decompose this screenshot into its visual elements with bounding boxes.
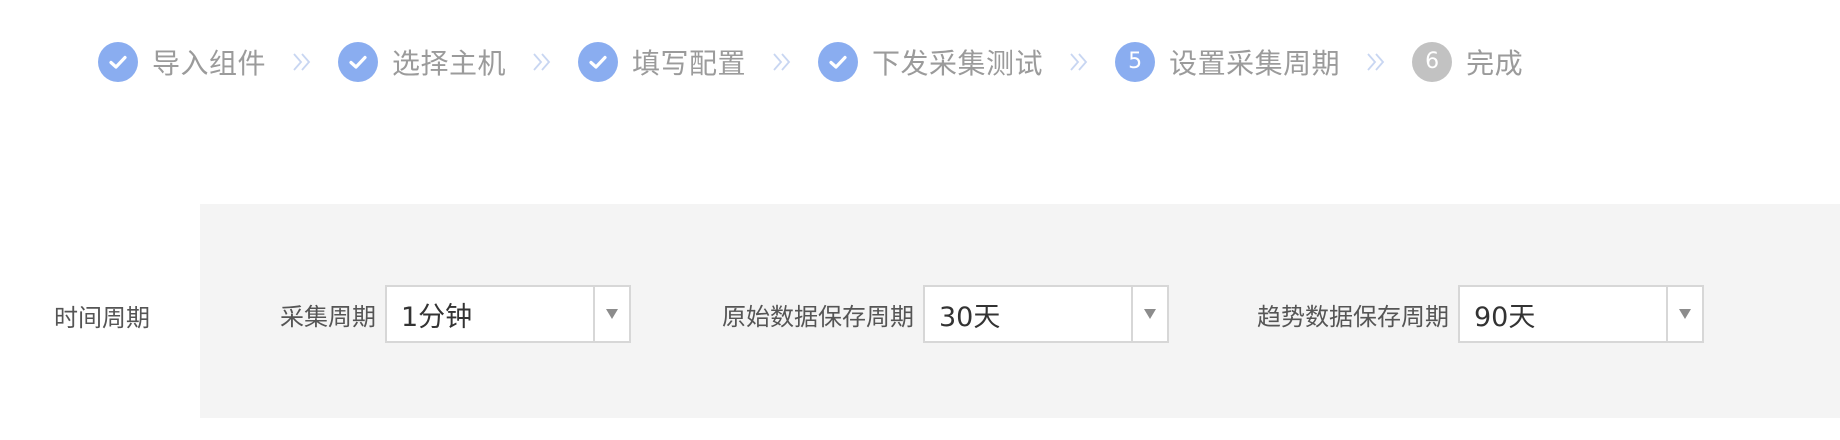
dropdown-arrow-button[interactable]	[1131, 287, 1167, 341]
raw-data-retention-select[interactable]: 30天	[923, 285, 1169, 343]
check-icon	[338, 42, 379, 82]
step-label: 设置采集周期	[1169, 47, 1341, 80]
period-settings-panel: 采集周期 1分钟 原始数据保存周期 30天 趋势数据保存周期 90天	[200, 204, 1840, 418]
caret-down-icon	[1679, 309, 1691, 319]
double-chevron-right-icon	[1043, 50, 1115, 74]
step-fill-config[interactable]: 填写配置	[578, 42, 746, 82]
caret-down-icon	[606, 309, 618, 319]
step-number-badge: 6	[1412, 42, 1453, 82]
raw-data-retention-label: 原始数据保存周期	[722, 302, 914, 331]
trend-data-retention-value: 90天	[1474, 301, 1536, 333]
trend-data-retention-select[interactable]: 90天	[1458, 285, 1704, 343]
raw-data-retention-field: 原始数据保存周期 30天	[722, 284, 1169, 344]
step-import-component[interactable]: 导入组件	[98, 42, 266, 82]
collect-period-value: 1分钟	[401, 301, 473, 333]
step-label: 完成	[1466, 47, 1524, 80]
double-chevron-right-icon	[1340, 50, 1412, 74]
step-complete[interactable]: 6 完成	[1412, 42, 1523, 82]
trend-data-retention-label: 趋势数据保存周期	[1257, 302, 1449, 331]
collect-period-field: 采集周期 1分钟	[280, 284, 631, 344]
wizard-page: 导入组件 选择主机 填写配置 下发采集测试 5 设置采集周期 6 完成 时间周期…	[0, 0, 1840, 440]
step-collect-test[interactable]: 下发采集测试	[818, 42, 1043, 82]
wizard-stepper: 导入组件 选择主机 填写配置 下发采集测试 5 设置采集周期 6 完成	[98, 40, 1523, 84]
time-period-row-label: 时间周期	[54, 304, 150, 332]
step-label: 选择主机	[392, 47, 507, 80]
step-label: 填写配置	[632, 47, 747, 80]
step-label: 导入组件	[152, 47, 267, 80]
step-select-host[interactable]: 选择主机	[338, 42, 506, 82]
collect-period-select[interactable]: 1分钟	[385, 285, 631, 343]
step-set-collect-period[interactable]: 5 设置采集周期	[1115, 42, 1340, 82]
double-chevron-right-icon	[746, 50, 818, 74]
collect-period-label: 采集周期	[280, 302, 376, 331]
dropdown-arrow-button[interactable]	[1666, 287, 1702, 341]
raw-data-retention-value: 30天	[939, 301, 1001, 333]
caret-down-icon	[1144, 309, 1156, 319]
check-icon	[98, 42, 138, 82]
step-label: 下发采集测试	[872, 47, 1044, 80]
dropdown-arrow-button[interactable]	[593, 287, 629, 341]
double-chevron-right-icon	[506, 50, 578, 74]
check-icon	[578, 42, 619, 82]
trend-data-retention-field: 趋势数据保存周期 90天	[1257, 284, 1704, 344]
step-number-badge: 5	[1115, 42, 1156, 82]
check-icon	[818, 42, 859, 82]
double-chevron-right-icon	[266, 50, 338, 74]
